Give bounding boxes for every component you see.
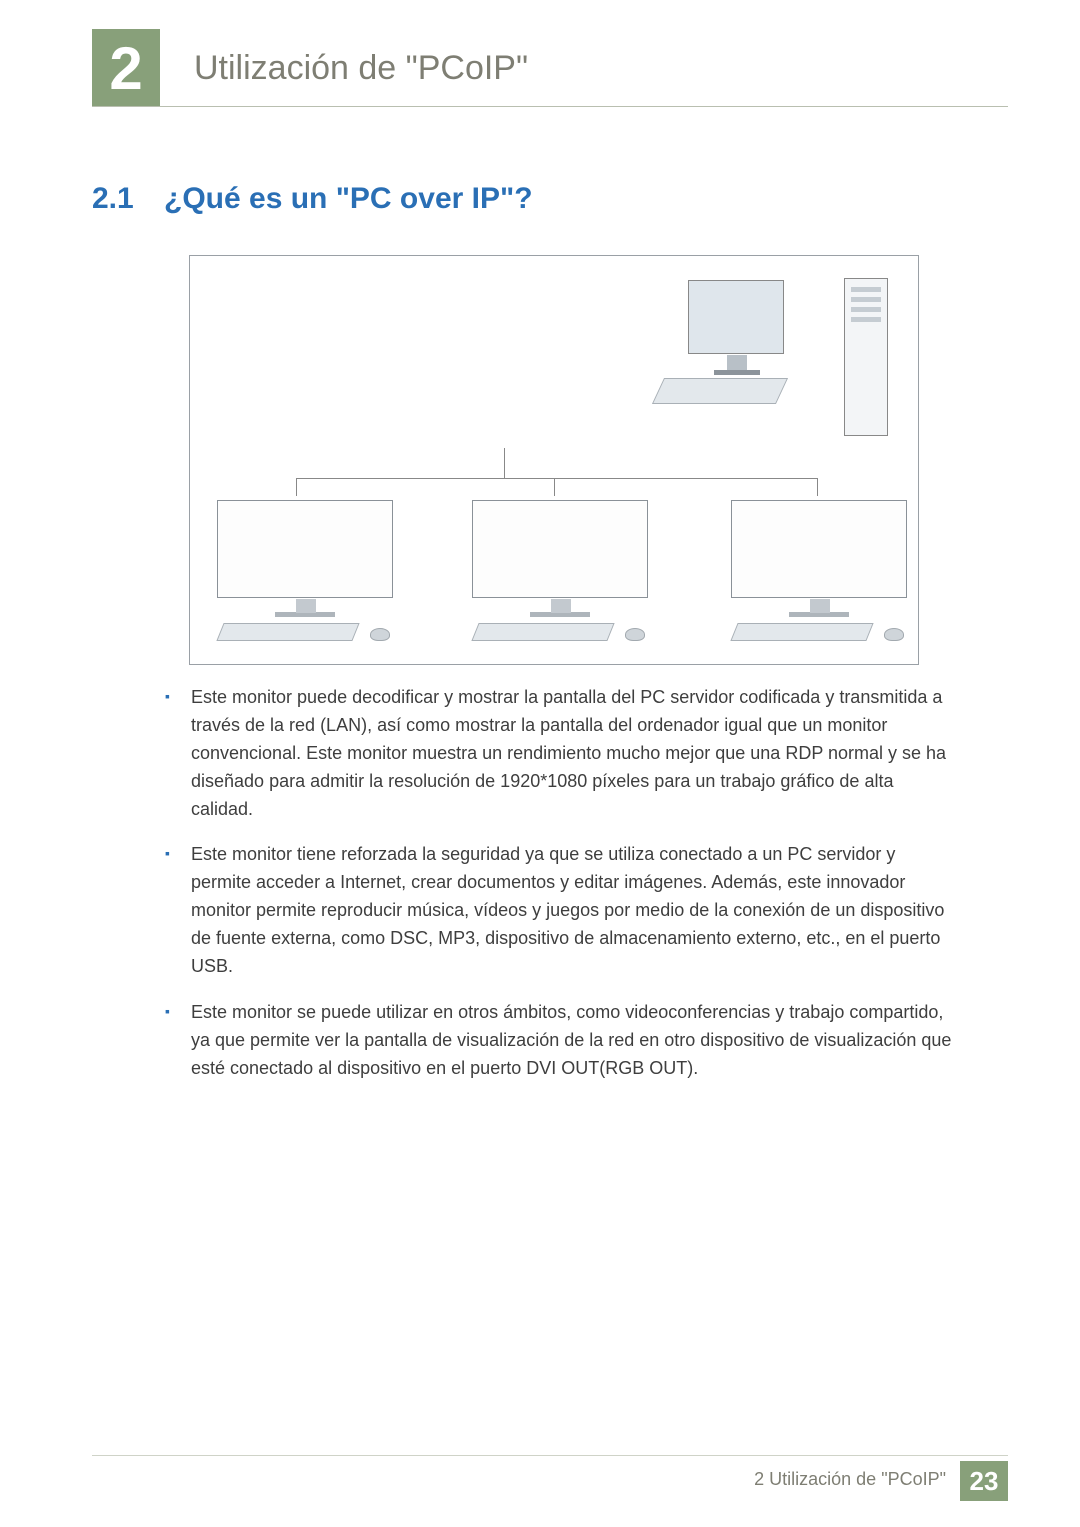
section-body: Este monitor puede decodificar y mostrar… (165, 684, 955, 1101)
page-number-badge: 23 (960, 1461, 1008, 1501)
section-heading: 2.1 ¿Qué es un "PC over IP"? (92, 182, 533, 216)
list-item: Este monitor puede decodificar y mostrar… (165, 684, 955, 823)
footer-divider (92, 1455, 1008, 1456)
server-monitor-stand-icon (714, 370, 760, 375)
client-terminal-icon (724, 500, 914, 646)
chapter-number: 2 (109, 34, 142, 103)
network-line-icon (504, 448, 505, 478)
pcoip-topology-diagram (189, 255, 919, 665)
server-monitor-icon (688, 280, 784, 354)
list-item: Este monitor se puede utilizar en otros … (165, 999, 955, 1083)
client-mouse-icon (625, 628, 645, 641)
section-title: ¿Qué es un "PC over IP"? (164, 182, 533, 216)
server-tower-icon (844, 278, 888, 436)
client-monitor-icon (731, 500, 907, 598)
client-keyboard-icon (730, 623, 873, 641)
client-terminal-icon (210, 500, 400, 646)
section-number: 2.1 (92, 182, 164, 216)
client-terminal-icon (465, 500, 655, 646)
chapter-header: 2 Utilización de "PCoIP" (92, 28, 1008, 108)
chapter-title: Utilización de "PCoIP" (194, 49, 528, 88)
server-keyboard-icon (652, 378, 788, 404)
list-item: Este monitor tiene reforzada la segurida… (165, 841, 955, 980)
header-underline (92, 106, 1008, 107)
client-monitor-icon (472, 500, 648, 598)
client-mouse-icon (884, 628, 904, 641)
client-monitor-icon (217, 500, 393, 598)
footer-chapter-label: 2 Utilización de "PCoIP" (754, 1461, 960, 1501)
client-mouse-icon (370, 628, 390, 641)
network-line-icon (554, 478, 555, 496)
page-number: 23 (970, 1466, 999, 1497)
server-pc-icon (688, 278, 888, 448)
network-line-icon (817, 478, 818, 496)
client-keyboard-icon (216, 623, 359, 641)
network-line-icon (296, 478, 297, 496)
network-line-icon (296, 478, 818, 479)
chapter-number-badge: 2 (92, 29, 160, 107)
client-keyboard-icon (471, 623, 614, 641)
page-footer: 2 Utilización de "PCoIP" 23 (92, 1455, 1008, 1495)
